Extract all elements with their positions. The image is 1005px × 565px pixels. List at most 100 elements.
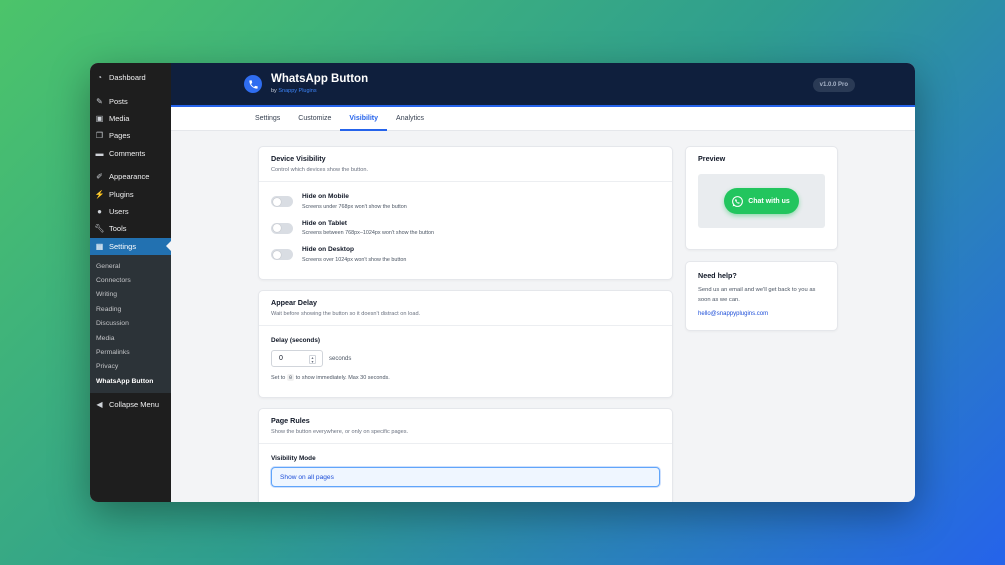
preview-card: Preview Chat with us <box>685 146 838 250</box>
content-area: Device Visibility Control which devices … <box>171 131 915 502</box>
card-body: Delay (seconds) 0 ▲ ▼ seconds Set to 0 to… <box>259 326 672 390</box>
chat-with-us-button[interactable]: Chat with us <box>724 188 799 214</box>
sidebar-item-users[interactable]: ● Users <box>90 203 171 220</box>
card-body: Need help? Send us an email and we'll ge… <box>686 262 837 326</box>
toggle-row-desktop: Hide on Desktop Screens over 1024px won'… <box>271 246 660 273</box>
card-header: Preview <box>686 147 837 174</box>
card-title: Page Rules <box>271 416 310 425</box>
sidebar-item-dashboard[interactable]: ◔ Dashboard <box>90 69 171 86</box>
sidebar-item-media[interactable]: ▣ Media <box>90 110 171 127</box>
settings-icon: ▦ <box>95 241 104 251</box>
hide-tablet-toggle[interactable] <box>271 222 293 234</box>
card-body: Hide on Mobile Screens under 768px won't… <box>259 182 672 282</box>
submenu-item-connectors[interactable]: Connectors <box>90 273 171 287</box>
author-link[interactable]: Snappy Plugins <box>278 88 316 94</box>
tab-settings[interactable]: Settings <box>246 107 289 130</box>
sidebar-item-posts[interactable]: ✎ Posts <box>90 92 171 109</box>
delay-seconds-input[interactable]: 0 ▲ ▼ <box>271 350 323 367</box>
card-header: Appear Delay Wait before showing the but… <box>259 291 672 326</box>
card-title: Preview <box>698 154 726 163</box>
hint-code: 0 <box>286 374 295 381</box>
card-description: Wait before showing the button so it doe… <box>271 311 421 317</box>
submenu-item-whatsapp-button[interactable]: WhatsApp Button <box>90 374 171 388</box>
sidebar-item-pages[interactable]: ❐ Pages <box>90 127 171 144</box>
sidebar-item-tools[interactable]: 🔧︎ Tools <box>90 220 171 237</box>
sidebar-item-label: Appearance <box>109 172 150 182</box>
card-title: Device Visibility <box>271 154 326 163</box>
collapse-menu-button[interactable]: ◀ Collapse Menu <box>90 395 171 412</box>
hint-prefix: Set to <box>271 375 286 381</box>
delay-input-row: 0 ▲ ▼ seconds <box>271 350 660 367</box>
user-icon: ● <box>97 206 102 216</box>
wrench-icon: 🔧︎ <box>94 224 105 234</box>
toggle-label: Hide on Desktop <box>302 246 355 254</box>
tab-bar: Settings Customize Visibility Analytics <box>171 107 915 131</box>
plug-icon: ⚡ <box>94 189 105 199</box>
sidebar-item-label: Dashboard <box>109 73 146 83</box>
toggle-description: Screens under 768px won't show the butto… <box>302 203 407 210</box>
hide-desktop-toggle[interactable] <box>271 249 293 261</box>
card-header: Page Rules Show the button everywhere, o… <box>259 409 672 444</box>
collapse-menu-label: Collapse Menu <box>109 399 160 409</box>
hide-mobile-toggle[interactable] <box>271 196 293 207</box>
brush-icon: ✐ <box>96 172 103 182</box>
card-header: Device Visibility Control which devices … <box>259 147 672 182</box>
version-badge: v1.0.0 Pro <box>812 78 855 92</box>
submenu-item-permalinks[interactable]: Permalinks <box>90 345 171 359</box>
visibility-mode-select[interactable]: Show on all pages <box>271 467 660 487</box>
delay-unit: seconds <box>329 355 352 362</box>
sidebar-item-label: Comments <box>109 148 146 158</box>
help-card: Need help? Send us an email and we'll ge… <box>685 261 838 331</box>
help-text: Send us an email and we'll get back to y… <box>698 287 816 303</box>
card-title: Need help? <box>698 271 737 280</box>
tab-customize[interactable]: Customize <box>289 107 340 130</box>
support-email-link[interactable]: hello@snappyplugins.com <box>698 311 825 317</box>
pin-icon: ✎ <box>96 96 103 106</box>
submenu-item-media[interactable]: Media <box>90 331 171 345</box>
submenu-item-general[interactable]: General <box>90 259 171 273</box>
dashboard-icon: ◔ <box>97 73 102 83</box>
comment-icon: ▬ <box>95 148 104 158</box>
appear-delay-card: Appear Delay Wait before showing the but… <box>258 290 673 398</box>
delay-value: 0 <box>279 355 283 362</box>
device-visibility-card: Device Visibility Control which devices … <box>258 146 673 280</box>
hint-suffix: to show immediately. Max 30 seconds. <box>295 375 390 381</box>
sidebar-item-comments[interactable]: ▬ Comments <box>90 145 171 162</box>
preview-area: Chat with us <box>698 174 825 228</box>
sidebar-item-label: Media <box>109 113 130 123</box>
card-description: Show the button everywhere, or only on s… <box>271 429 409 435</box>
sidebar-item-appearance[interactable]: ✐ Appearance <box>90 168 171 185</box>
settings-submenu: General Connectors Writing Reading Discu… <box>90 254 171 394</box>
sidebar-item-label: Pages <box>109 131 131 141</box>
delay-hint: Set to 0 to show immediately. Max 30 sec… <box>271 374 660 381</box>
sidebar-item-label: Settings <box>109 241 137 251</box>
toggle-description: Screens between 768px–1024px won't show … <box>302 230 434 237</box>
page-rules-card: Page Rules Show the button everywhere, o… <box>258 408 673 502</box>
sidebar-item-plugins[interactable]: ⚡ Plugins <box>90 185 171 202</box>
card-description: Control which devices show the button. <box>271 167 369 173</box>
byline-prefix: by <box>271 88 277 94</box>
submenu-item-privacy[interactable]: Privacy <box>90 360 171 374</box>
sidebar-item-label: Plugins <box>109 189 134 199</box>
sidebar-item-label: Users <box>109 206 129 216</box>
pages-icon: ❐ <box>95 131 104 141</box>
number-stepper[interactable]: ▲ ▼ <box>309 355 316 364</box>
whatsapp-logo-icon <box>244 75 262 93</box>
sidebar-item-label: Tools <box>109 224 127 234</box>
admin-sidebar: ◔ Dashboard ✎ Posts ▣ Media ❐ Pages ▬ Co… <box>90 63 171 502</box>
main-area: WhatsApp Button by Snappy Plugins v1.0.0… <box>171 63 915 502</box>
card-title: Appear Delay <box>271 298 317 307</box>
tab-analytics[interactable]: Analytics <box>387 107 433 130</box>
submenu-item-writing[interactable]: Writing <box>90 288 171 302</box>
media-icon: ▣ <box>95 113 104 123</box>
tab-visibility[interactable]: Visibility <box>340 107 387 131</box>
sidebar-item-label: Posts <box>109 96 128 106</box>
submenu-item-discussion[interactable]: Discussion <box>90 316 171 330</box>
delay-label: Delay (seconds) <box>271 337 321 344</box>
submenu-item-reading[interactable]: Reading <box>90 302 171 316</box>
toggle-description: Screens over 1024px won't show the butto… <box>302 256 407 263</box>
sidebar-item-settings[interactable]: ▦ Settings <box>90 237 171 255</box>
toggle-label: Hide on Mobile <box>302 193 349 200</box>
app-window: ◔ Dashboard ✎ Posts ▣ Media ❐ Pages ▬ Co… <box>90 63 915 502</box>
collapse-icon: ◀ <box>96 399 103 409</box>
